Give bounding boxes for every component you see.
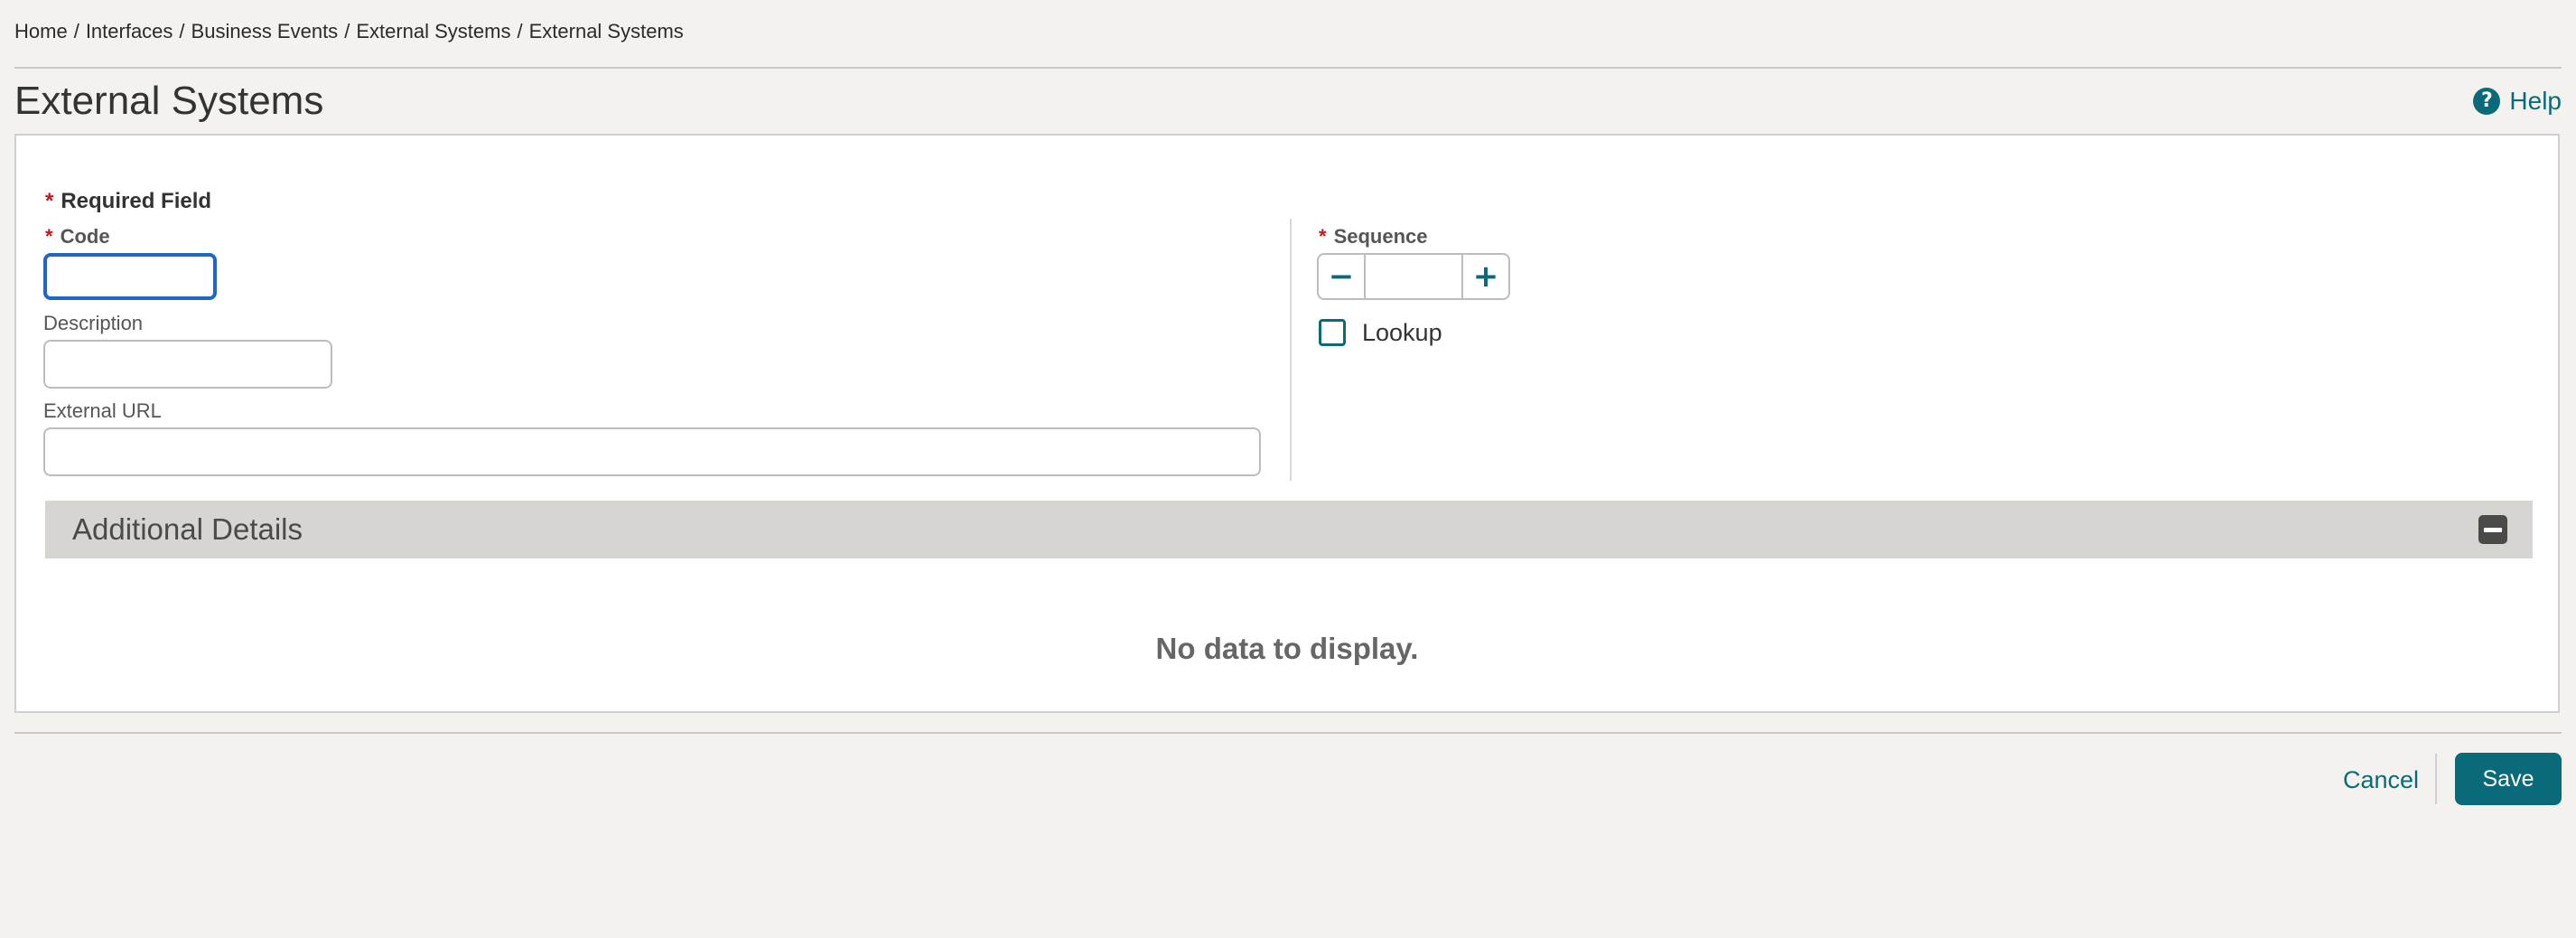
required-field-legend: * Required Field	[45, 188, 211, 215]
required-asterisk: *	[45, 189, 54, 213]
page: Home / Interfaces / Business Events / External…	[0, 0, 2576, 938]
breadcrumb-external-systems[interactable]: External Systems	[356, 20, 510, 42]
collapse-icon-bar	[2484, 527, 2502, 532]
header-divider	[14, 67, 2562, 69]
breadcrumb-home[interactable]: Home	[14, 20, 68, 42]
sequence-stepper: − +	[1317, 253, 1510, 300]
footer-divider	[14, 732, 2562, 734]
lookup-label: Lookup	[1362, 319, 1442, 346]
page-title: External Systems	[14, 79, 324, 123]
breadcrumb-separator: /	[179, 20, 185, 42]
minus-icon: −	[1328, 258, 1355, 295]
lookup-checkbox-row[interactable]: Lookup	[1319, 317, 1442, 348]
breadcrumb-separator: /	[73, 20, 79, 42]
breadcrumb-business-events[interactable]: Business Events	[191, 20, 339, 42]
description-input[interactable]	[43, 340, 332, 389]
breadcrumb-separator: /	[344, 20, 350, 42]
footer-button-divider	[2435, 754, 2437, 804]
help-circle-icon: ?	[2473, 88, 2501, 115]
required-asterisk: *	[1319, 225, 1327, 248]
code-label: * Code	[45, 224, 110, 249]
required-asterisk: *	[45, 225, 53, 248]
empty-state-message: No data to display.	[1155, 632, 1419, 665]
code-input[interactable]	[43, 253, 217, 300]
column-divider	[1290, 219, 1292, 481]
additional-details-header[interactable]: Additional Details	[45, 501, 2533, 558]
breadcrumb: Home / Interfaces / Business Events / External…	[14, 18, 684, 45]
help-link[interactable]: ? Help	[2473, 85, 2562, 117]
code-label-text: Code	[60, 225, 110, 248]
form-panel: * Required Field * Code Description Extern…	[14, 134, 2560, 713]
sequence-label: * Sequence	[1319, 224, 1428, 249]
sequence-decrement-button[interactable]: −	[1317, 253, 1366, 300]
sequence-label-text: Sequence	[1333, 225, 1428, 248]
breadcrumb-interfaces[interactable]: Interfaces	[86, 20, 173, 42]
sequence-input[interactable]	[1366, 253, 1461, 300]
external-url-input[interactable]	[43, 427, 1261, 476]
save-button[interactable]: Save	[2455, 753, 2562, 805]
sequence-increment-button[interactable]: +	[1461, 253, 1510, 300]
plus-icon: +	[1472, 258, 1499, 295]
external-url-label: External URL	[43, 399, 162, 422]
required-legend-text: Required Field	[61, 189, 212, 213]
collapse-icon[interactable]	[2478, 515, 2507, 544]
cancel-button[interactable]: Cancel	[2343, 764, 2419, 796]
help-label: Help	[2509, 87, 2562, 115]
lookup-checkbox[interactable]	[1319, 319, 1346, 346]
breadcrumb-current: External Systems	[528, 20, 684, 42]
description-label: Description	[43, 312, 144, 334]
additional-details-title: Additional Details	[72, 512, 303, 546]
breadcrumb-separator: /	[517, 20, 523, 42]
